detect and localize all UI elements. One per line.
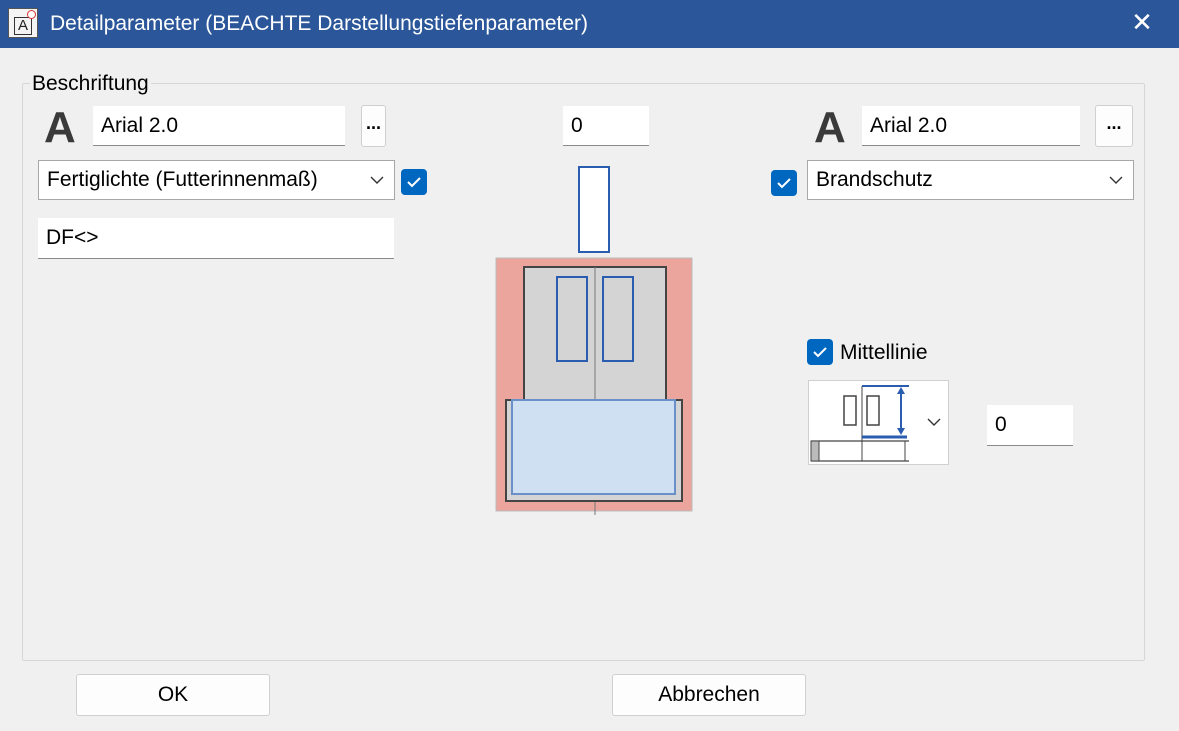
close-button[interactable]: ✕ (1122, 4, 1162, 42)
left-text-field[interactable]: DF<> (38, 218, 394, 259)
close-icon: ✕ (1131, 7, 1153, 37)
right-font-field[interactable]: Arial 2.0 (862, 106, 1080, 146)
dimension-style-dropdown[interactable] (808, 380, 949, 465)
check-icon (407, 177, 421, 188)
font-a-icon: A (44, 103, 76, 152)
dimension-offset-field[interactable]: 0 (987, 405, 1073, 446)
right-type-combo[interactable]: Brandschutz (807, 160, 1134, 200)
dimension-style-icon (810, 385, 941, 462)
offset-field[interactable]: 0 (563, 106, 649, 146)
group-label: Beschriftung (30, 72, 151, 96)
left-font-field[interactable]: Arial 2.0 (93, 106, 345, 146)
chevron-down-icon (1099, 161, 1133, 199)
door-preview (494, 160, 696, 525)
mittellinie-label: Mittellinie (840, 341, 928, 364)
ok-button[interactable]: OK (76, 674, 270, 716)
right-type-checkbox[interactable] (771, 170, 797, 196)
app-a-icon: A (8, 8, 38, 38)
check-icon (777, 178, 791, 189)
check-icon (813, 347, 827, 358)
right-type-combo-value: Brandschutz (816, 168, 933, 191)
left-type-combo[interactable]: Fertiglichte (Futterinnenmaß) (38, 160, 395, 200)
mittellinie-checkbox[interactable] (807, 339, 833, 365)
left-type-combo-value: Fertiglichte (Futterinnenmaß) (47, 168, 318, 191)
left-type-checkbox[interactable] (401, 169, 427, 195)
window-title: Detailparameter (BEACHTE Darstellungstie… (50, 12, 589, 35)
title-bar: A Detailparameter (BEACHTE Darstellungst… (0, 0, 1179, 48)
cancel-button[interactable]: Abbrechen (612, 674, 806, 716)
font-a-icon-right: A (814, 103, 846, 152)
right-font-browse-button[interactable]: ... (1095, 105, 1133, 147)
chevron-down-icon (360, 161, 394, 199)
left-font-browse-button[interactable]: ... (361, 105, 386, 147)
